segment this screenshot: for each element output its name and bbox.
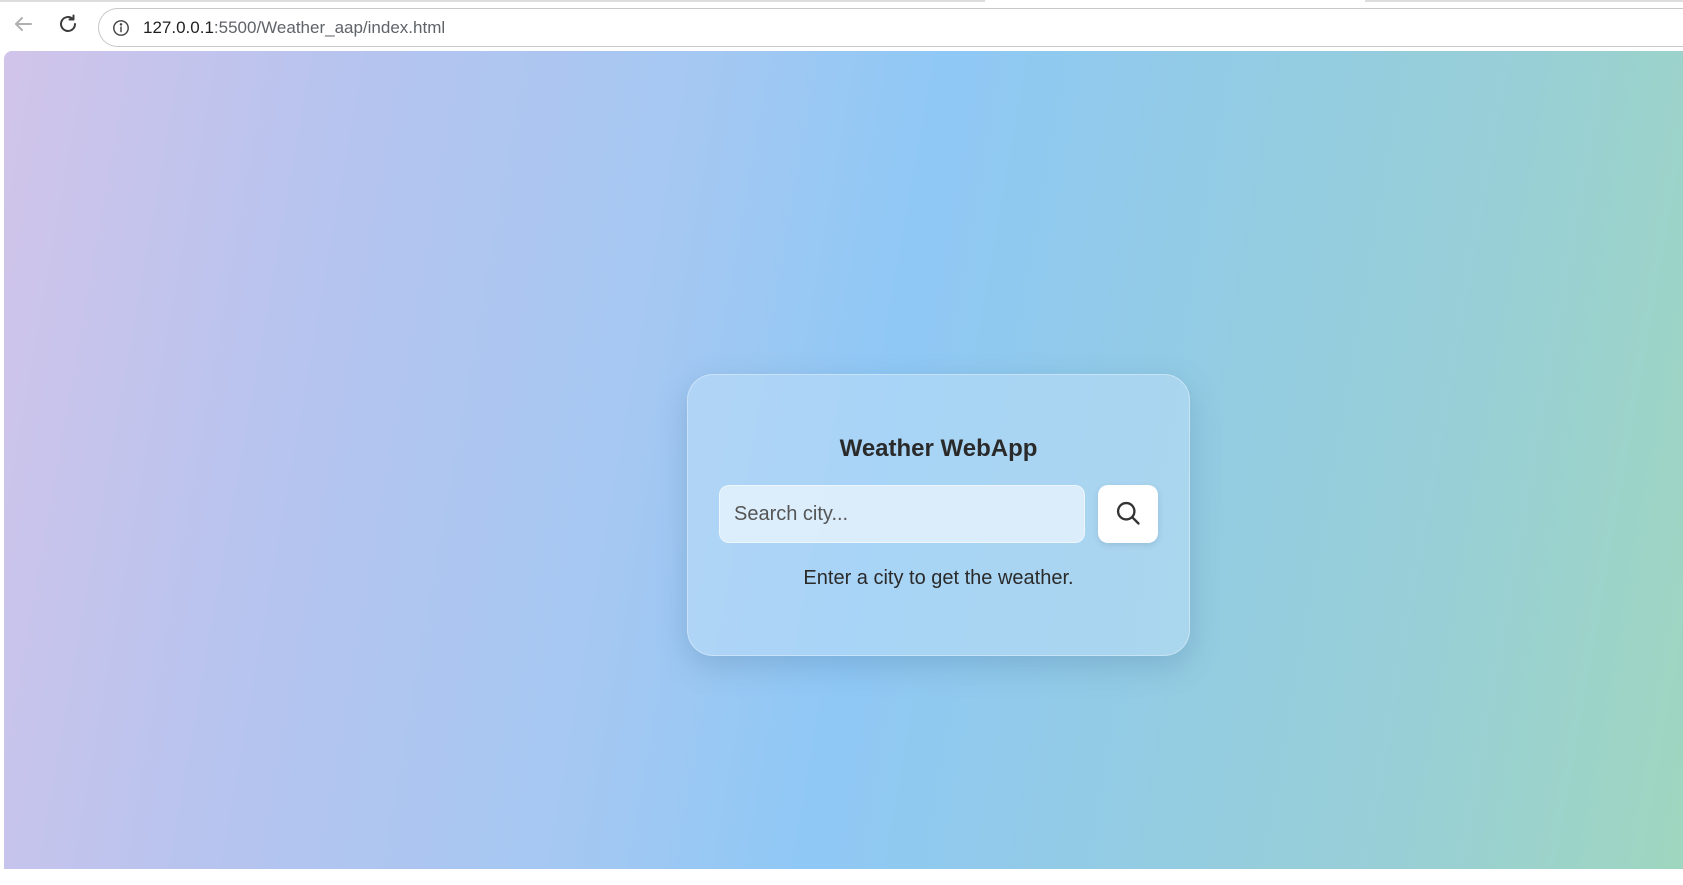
back-button[interactable] <box>9 12 37 40</box>
page-viewport: Weather WebApp Enter a city to get the w… <box>4 51 1683 885</box>
reload-button[interactable] <box>54 12 82 40</box>
search-button[interactable] <box>1098 485 1158 543</box>
search-icon <box>1114 499 1142 530</box>
tab-strip-edge <box>1365 0 1683 2</box>
status-message: Enter a city to get the weather. <box>803 567 1074 589</box>
url-text[interactable]: 127.0.0.1:5500/Weather_aap/index.html <box>143 18 445 38</box>
arrow-left-icon <box>11 12 35 41</box>
address-bar[interactable]: 127.0.0.1:5500/Weather_aap/index.html <box>98 8 1683 47</box>
app-title: Weather WebApp <box>839 435 1038 462</box>
info-icon[interactable] <box>111 18 131 38</box>
tab-strip-edge <box>0 0 985 2</box>
reload-icon <box>56 12 80 41</box>
url-path: :5500/Weather_aap/index.html <box>213 17 446 37</box>
url-host: 127.0.0.1 <box>143 17 214 37</box>
weather-card: Weather WebApp Enter a city to get the w… <box>687 374 1190 656</box>
search-city-input[interactable] <box>719 485 1085 543</box>
browser-toolbar: 127.0.0.1:5500/Weather_aap/index.html <box>0 0 1683 51</box>
